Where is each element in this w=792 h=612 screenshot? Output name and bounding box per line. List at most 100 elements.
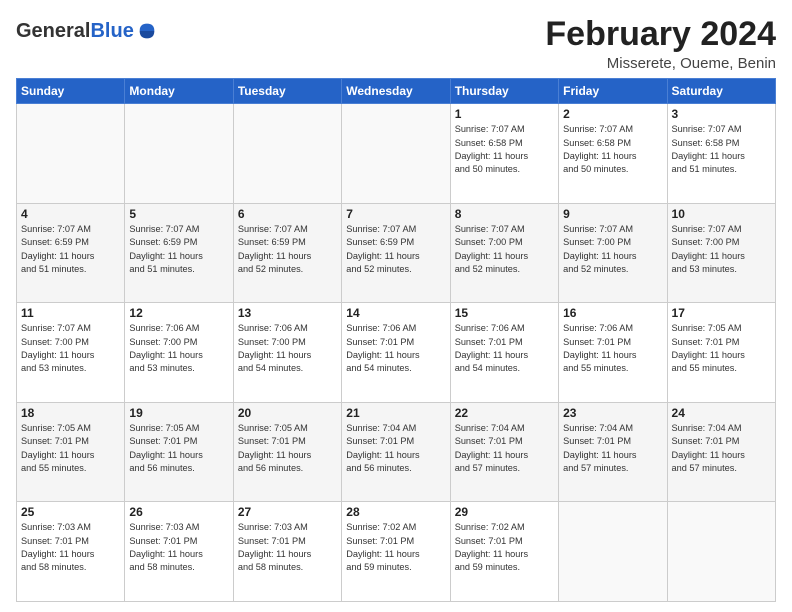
- day-number: 4: [21, 207, 120, 221]
- day-info: Sunrise: 7:07 AM Sunset: 6:59 PM Dayligh…: [21, 223, 120, 276]
- logo-general: General: [16, 20, 90, 42]
- page: GeneralBlue February 2024 Misserete, Oue…: [0, 0, 792, 612]
- day-number: 17: [672, 306, 771, 320]
- location: Misserete, Oueme, Benin: [545, 55, 776, 72]
- table-row: 10 Sunrise: 7:07 AM Sunset: 7:00 PM Dayli…: [667, 203, 775, 303]
- day-number: 12: [129, 306, 228, 320]
- day-number: 1: [455, 107, 554, 121]
- table-row: 8 Sunrise: 7:07 AM Sunset: 7:00 PM Daylig…: [450, 203, 558, 303]
- table-row: 2Sunrise: 7:07 AM Sunset: 6:58 PM Daylig…: [559, 104, 667, 204]
- table-row: 27 Sunrise: 7:03 AM Sunset: 7:01 PM Dayli…: [233, 502, 341, 602]
- table-row: [125, 104, 233, 204]
- day-number: 7: [346, 207, 445, 221]
- col-tuesday: Tuesday: [233, 79, 341, 104]
- calendar-week-row: 11 Sunrise: 7:07 AM Sunset: 7:00 PM Dayli…: [17, 303, 776, 403]
- day-info: Sunrise: 7:07 AM Sunset: 6:58 PM Dayligh…: [455, 123, 554, 176]
- table-row: 18Sunrise: 7:05 AM Sunset: 7:01 PM Dayli…: [17, 402, 125, 502]
- day-number: 13: [238, 306, 337, 320]
- day-info: Sunrise: 7:05 AM Sunset: 7:01 PM Dayligh…: [672, 322, 771, 375]
- col-sunday: Sunday: [17, 79, 125, 104]
- day-info: Sunrise: 7:07 AM Sunset: 7:00 PM Dayligh…: [672, 223, 771, 276]
- day-info: Sunrise: 7:04 AM Sunset: 7:01 PM Dayligh…: [672, 422, 771, 475]
- day-info: Sunrise: 7:05 AM Sunset: 7:01 PM Dayligh…: [21, 422, 120, 475]
- day-number: 2: [563, 107, 662, 121]
- calendar-week-row: 1 Sunrise: 7:07 AM Sunset: 6:58 PM Daylig…: [17, 104, 776, 204]
- day-info: Sunrise: 7:03 AM Sunset: 7:01 PM Dayligh…: [21, 521, 120, 574]
- day-info: Sunrise: 7:02 AM Sunset: 7:01 PM Dayligh…: [346, 521, 445, 574]
- table-row: 5 Sunrise: 7:07 AM Sunset: 6:59 PM Daylig…: [125, 203, 233, 303]
- table-row: [342, 104, 450, 204]
- table-row: 11 Sunrise: 7:07 AM Sunset: 7:00 PM Dayli…: [17, 303, 125, 403]
- day-number: 27: [238, 505, 337, 519]
- month-year: February 2024: [545, 16, 776, 53]
- day-info: Sunrise: 7:06 AM Sunset: 7:01 PM Dayligh…: [346, 322, 445, 375]
- day-info: Sunrise: 7:07 AM Sunset: 7:00 PM Dayligh…: [21, 322, 120, 375]
- calendar-header-row: Sunday Monday Tuesday Wednesday Thursday…: [17, 79, 776, 104]
- day-info: Sunrise: 7:03 AM Sunset: 7:01 PM Dayligh…: [129, 521, 228, 574]
- table-row: 7Sunrise: 7:07 AM Sunset: 6:59 PM Daylig…: [342, 203, 450, 303]
- col-thursday: Thursday: [450, 79, 558, 104]
- day-number: 23: [563, 406, 662, 420]
- day-info: Sunrise: 7:05 AM Sunset: 7:01 PM Dayligh…: [129, 422, 228, 475]
- day-number: 26: [129, 505, 228, 519]
- table-row: 22Sunrise: 7:04 AM Sunset: 7:01 PM Dayli…: [450, 402, 558, 502]
- table-row: 24 Sunrise: 7:04 AM Sunset: 7:01 PM Dayli…: [667, 402, 775, 502]
- calendar-week-row: 18Sunrise: 7:05 AM Sunset: 7:01 PM Dayli…: [17, 402, 776, 502]
- day-number: 19: [129, 406, 228, 420]
- table-row: [233, 104, 341, 204]
- calendar-table: Sunday Monday Tuesday Wednesday Thursday…: [16, 78, 776, 602]
- day-info: Sunrise: 7:03 AM Sunset: 7:01 PM Dayligh…: [238, 521, 337, 574]
- day-number: 21: [346, 406, 445, 420]
- day-number: 9: [563, 207, 662, 221]
- logo-icon: [136, 20, 158, 42]
- day-number: 24: [672, 406, 771, 420]
- day-info: Sunrise: 7:06 AM Sunset: 7:01 PM Dayligh…: [563, 322, 662, 375]
- table-row: [559, 502, 667, 602]
- day-number: 10: [672, 207, 771, 221]
- table-row: 12 Sunrise: 7:06 AM Sunset: 7:00 PM Dayli…: [125, 303, 233, 403]
- col-saturday: Saturday: [667, 79, 775, 104]
- day-number: 5: [129, 207, 228, 221]
- table-row: 14Sunrise: 7:06 AM Sunset: 7:01 PM Dayli…: [342, 303, 450, 403]
- day-number: 16: [563, 306, 662, 320]
- day-number: 29: [455, 505, 554, 519]
- day-info: Sunrise: 7:05 AM Sunset: 7:01 PM Dayligh…: [238, 422, 337, 475]
- day-number: 8: [455, 207, 554, 221]
- table-row: 20Sunrise: 7:05 AM Sunset: 7:01 PM Dayli…: [233, 402, 341, 502]
- table-row: 25Sunrise: 7:03 AM Sunset: 7:01 PM Dayli…: [17, 502, 125, 602]
- table-row: 19 Sunrise: 7:05 AM Sunset: 7:01 PM Dayli…: [125, 402, 233, 502]
- title-area: February 2024 Misserete, Oueme, Benin: [545, 16, 776, 72]
- day-info: Sunrise: 7:07 AM Sunset: 6:59 PM Dayligh…: [238, 223, 337, 276]
- logo: GeneralBlue: [16, 20, 158, 42]
- table-row: 17 Sunrise: 7:05 AM Sunset: 7:01 PM Dayli…: [667, 303, 775, 403]
- table-row: 21Sunrise: 7:04 AM Sunset: 7:01 PM Dayli…: [342, 402, 450, 502]
- day-number: 6: [238, 207, 337, 221]
- day-info: Sunrise: 7:07 AM Sunset: 6:59 PM Dayligh…: [129, 223, 228, 276]
- table-row: 9 Sunrise: 7:07 AM Sunset: 7:00 PM Daylig…: [559, 203, 667, 303]
- table-row: 6 Sunrise: 7:07 AM Sunset: 6:59 PM Daylig…: [233, 203, 341, 303]
- table-row: 16 Sunrise: 7:06 AM Sunset: 7:01 PM Dayli…: [559, 303, 667, 403]
- table-row: 26 Sunrise: 7:03 AM Sunset: 7:01 PM Dayli…: [125, 502, 233, 602]
- table-row: 1 Sunrise: 7:07 AM Sunset: 6:58 PM Daylig…: [450, 104, 558, 204]
- logo-text: GeneralBlue: [16, 20, 158, 42]
- day-info: Sunrise: 7:04 AM Sunset: 7:01 PM Dayligh…: [455, 422, 554, 475]
- table-row: 15 Sunrise: 7:06 AM Sunset: 7:01 PM Dayli…: [450, 303, 558, 403]
- logo-blue: Blue: [90, 20, 133, 42]
- day-number: 3: [672, 107, 771, 121]
- day-number: 11: [21, 306, 120, 320]
- day-info: Sunrise: 7:07 AM Sunset: 7:00 PM Dayligh…: [563, 223, 662, 276]
- table-row: 13Sunrise: 7:06 AM Sunset: 7:00 PM Dayli…: [233, 303, 341, 403]
- table-row: [667, 502, 775, 602]
- day-info: Sunrise: 7:06 AM Sunset: 7:00 PM Dayligh…: [129, 322, 228, 375]
- table-row: 23 Sunrise: 7:04 AM Sunset: 7:01 PM Dayli…: [559, 402, 667, 502]
- day-info: Sunrise: 7:04 AM Sunset: 7:01 PM Dayligh…: [563, 422, 662, 475]
- day-number: 28: [346, 505, 445, 519]
- col-monday: Monday: [125, 79, 233, 104]
- day-info: Sunrise: 7:02 AM Sunset: 7:01 PM Dayligh…: [455, 521, 554, 574]
- day-info: Sunrise: 7:06 AM Sunset: 7:01 PM Dayligh…: [455, 322, 554, 375]
- day-info: Sunrise: 7:07 AM Sunset: 6:58 PM Dayligh…: [672, 123, 771, 176]
- day-info: Sunrise: 7:07 AM Sunset: 7:00 PM Dayligh…: [455, 223, 554, 276]
- calendar-week-row: 25Sunrise: 7:03 AM Sunset: 7:01 PM Dayli…: [17, 502, 776, 602]
- day-number: 15: [455, 306, 554, 320]
- header: GeneralBlue February 2024 Misserete, Oue…: [16, 16, 776, 72]
